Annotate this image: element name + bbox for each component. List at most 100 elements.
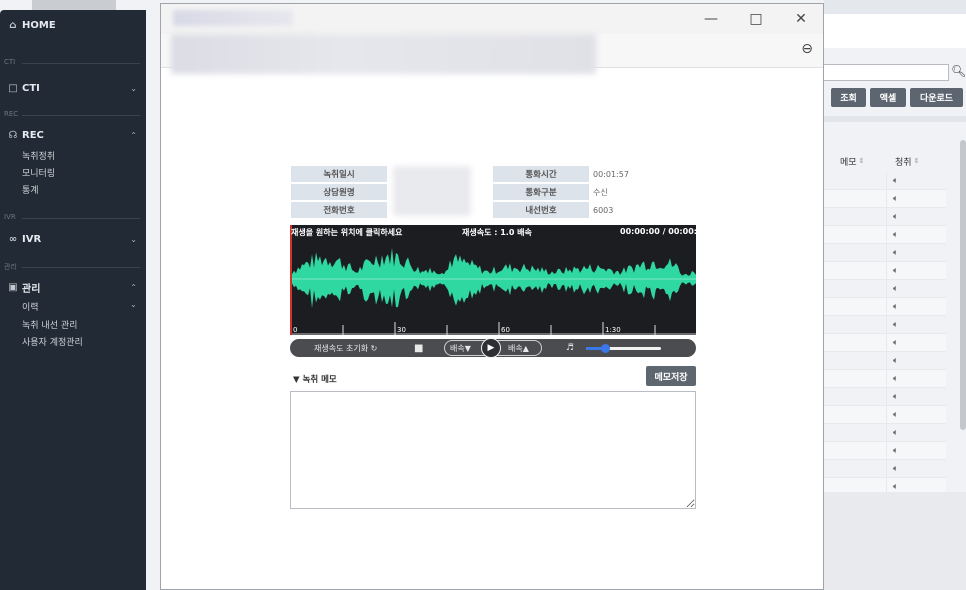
speaker-icon[interactable]: 🔈︎ [886,334,946,352]
speaker-icon[interactable]: 🔈︎ [886,280,946,298]
label-agent-name: 상담원명 [291,184,387,200]
speaker-icon[interactable]: 🔈︎ [886,244,946,262]
chevron-down-icon: ⌄ [130,83,137,93]
table-row[interactable]: 🔈︎ [824,370,946,388]
table-row[interactable]: 🔈︎ [824,280,946,298]
faster-button[interactable]: 배속▲ [508,339,529,357]
speaker-icon[interactable]: 🔈︎ [886,460,946,478]
sort-icon: ⇕ [913,157,920,165]
speaker-icon[interactable]: 🔈︎ [886,262,946,280]
label-recording-datetime: 녹취일시 [291,166,387,182]
call-type-value: 수신 [593,187,608,197]
home-icon: ⌂ [9,19,17,31]
sidebar-subitem-rec-search[interactable]: 녹취정취 [22,149,55,162]
sidebar-item-home[interactable]: ⌂ HOME [0,15,146,35]
table-row[interactable]: 🔈︎ [824,460,946,478]
playback-speed-text: 재생속도 : 1.0 배속 [462,228,532,237]
table-row[interactable]: 🔈︎ [824,226,946,244]
divider [22,115,140,116]
sidebar-subitem-statistics[interactable]: 통계 [22,183,39,196]
section-label-ivr: IVR [4,213,16,221]
table-row[interactable]: 🔈︎ [824,406,946,424]
sidebar-subitem-history[interactable]: 이력 ⌄ [22,300,137,313]
zoom-out-icon[interactable]: ⊖ [801,41,813,57]
search-icon[interactable]: 🔍︎ [951,64,966,78]
table-row[interactable]: 🔈︎ [824,262,946,280]
volume-knob[interactable] [600,344,610,353]
background-search-input[interactable] [824,64,949,81]
sidebar-item-rec[interactable]: ☊ REC ⌃ [0,125,146,145]
waveform-graph[interactable] [290,225,696,335]
speaker-icon[interactable]: 🔈︎ [886,190,946,208]
sidebar-item-admin[interactable]: ▣ 관리 ⌃ [0,277,146,297]
chevron-up-icon: ⌃ [130,282,137,292]
speaker-icon[interactable]: 🔈︎ [886,388,946,406]
speaker-icon[interactable]: 🔈︎ [886,424,946,442]
waveform-display[interactable]: 재생을 원하는 위치에 클릭하세요 재생속도 : 1.0 배속 00:00:00… [290,225,696,335]
sidebar-subitem-extension-admin[interactable]: 녹취 내선 관리 [22,318,77,331]
table-row[interactable]: 🔈︎ [824,316,946,334]
sidebar-item-cti[interactable]: □ CTI ⌄ [0,78,146,98]
table-row[interactable]: 🔈︎ [824,352,946,370]
window-titlebar[interactable]: — □ ✕ [161,4,823,34]
close-icon[interactable]: ✕ [786,8,816,30]
divider [22,63,140,64]
table-row[interactable]: 🔈︎ [824,424,946,442]
stop-icon[interactable]: ■ [414,339,423,357]
play-icon[interactable]: ▶ [481,338,501,358]
minimize-icon[interactable]: — [696,8,726,30]
label-call-duration: 통화시간 [493,166,589,182]
address-redacted [171,34,596,74]
divider [22,267,140,268]
table-row[interactable]: 🔈︎ [824,172,946,190]
speaker-icon[interactable]: 🔈︎ [886,316,946,334]
playhead-cursor[interactable] [290,225,292,335]
sidebar-subitem-user-accounts[interactable]: 사용자 계정관리 [22,335,83,348]
memo-textarea[interactable] [290,391,696,509]
table-row[interactable]: 🔈︎ [824,298,946,316]
seek-hint: 재생을 원하는 위치에 클릭하세요 [291,228,403,237]
sidebar-item-ivr[interactable]: ∞ IVR ⌄ [0,229,146,249]
column-header-memo[interactable]: 메모 ⇕ [840,150,864,172]
table-row[interactable]: 🔈︎ [824,190,946,208]
maximize-icon[interactable]: □ [741,8,771,30]
time-readout: 00:00:00 / 00:00:00 [620,227,696,236]
extension-value: 6003 [593,205,614,215]
volume-icon[interactable]: ♬ [566,339,574,357]
label-call-type: 통화구분 [493,184,589,200]
call-duration-value: 00:01:57 [593,169,629,179]
save-memo-button[interactable]: 메모저장 [646,366,696,386]
sidebar-subitem-monitoring[interactable]: 모니터링 [22,166,55,179]
section-label-admin: 관리 [4,263,17,271]
window-title-redacted [173,10,293,26]
speaker-icon[interactable]: 🔈︎ [886,226,946,244]
background-scrollbar[interactable] [960,140,966,430]
download-button[interactable]: 다운로드 [910,88,963,107]
speaker-icon[interactable]: 🔈︎ [886,370,946,388]
search-button[interactable]: 조회 [831,88,866,107]
speaker-icon[interactable]: 🔈︎ [886,352,946,370]
speaker-icon[interactable]: 🔈︎ [886,406,946,424]
speaker-icon[interactable]: 🔈︎ [886,172,946,190]
table-row[interactable]: 🔈︎ [824,388,946,406]
background-footer [824,492,966,590]
table-row[interactable]: 🔈︎ [824,334,946,352]
column-header-listen[interactable]: 청취 ⇕ [895,150,919,172]
redacted-values [393,166,471,216]
table-row[interactable]: 🔈︎ [824,442,946,460]
reset-speed-button[interactable]: 재생속도 초기화 ↻ [314,339,377,357]
table-row[interactable]: 🔈︎ [824,244,946,262]
slower-button[interactable]: 배속▼ [450,339,471,357]
address-bar[interactable]: ⊖ [161,34,823,74]
speaker-icon[interactable]: 🔈︎ [886,442,946,460]
table-row[interactable]: 🔈︎ [824,208,946,226]
excel-button[interactable]: 액셀 [870,88,906,107]
memo-section-label[interactable]: ▼ 녹취 메모 [293,373,337,385]
volume-slider[interactable] [586,344,661,353]
speaker-icon[interactable]: 🔈︎ [886,208,946,226]
timeline-tick-label: 60 [501,326,510,334]
section-label-rec: REC [4,110,19,118]
timeline-tick-label: 30 [397,326,406,334]
sidebar: ⌂ HOME CTI □ CTI ⌄ REC ☊ REC ⌃ 녹취정취 모니터링… [0,0,146,590]
speaker-icon[interactable]: 🔈︎ [886,298,946,316]
